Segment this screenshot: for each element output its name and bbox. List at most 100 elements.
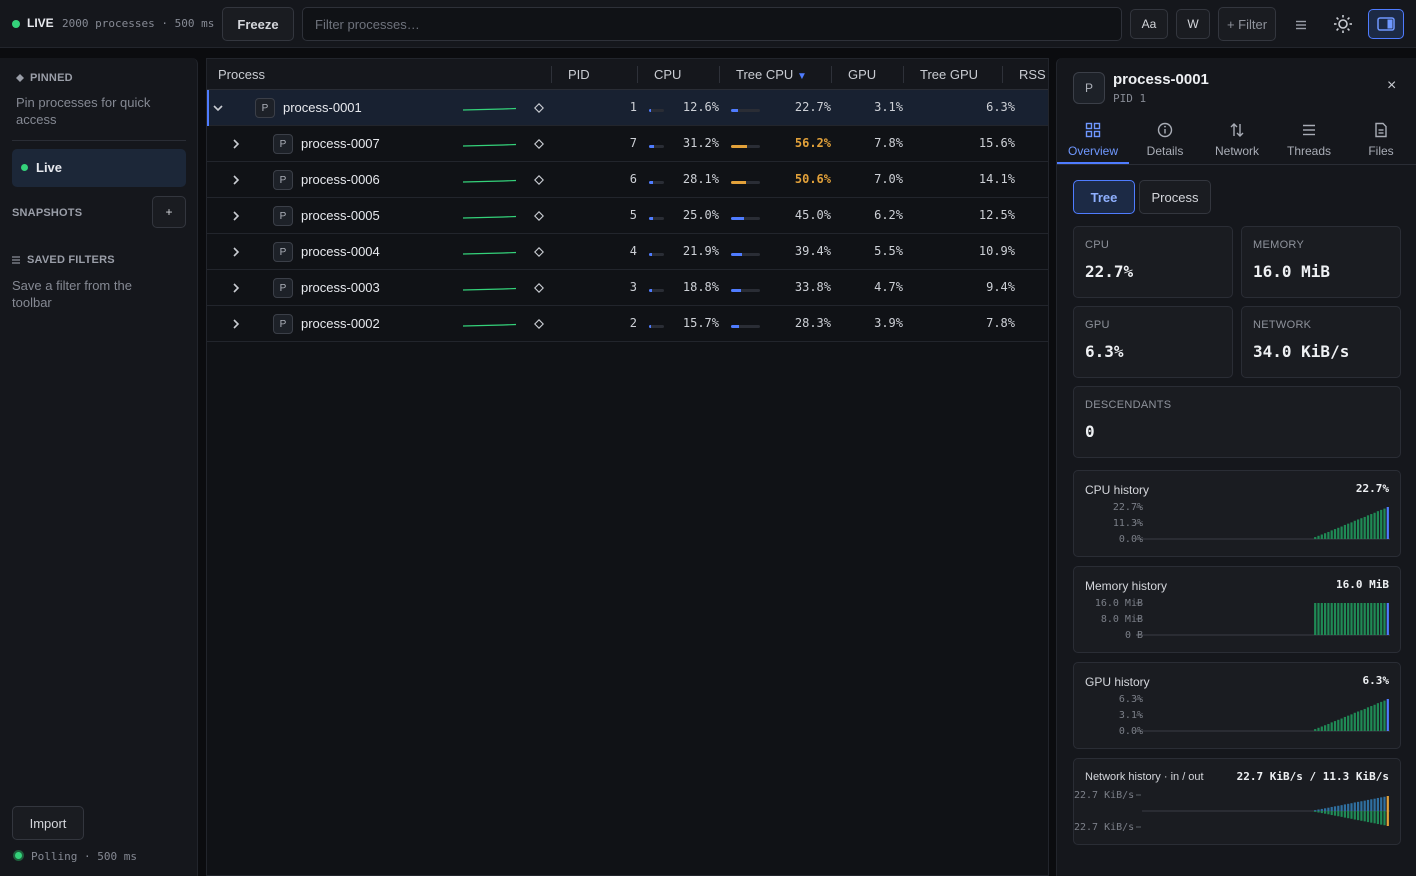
chart-value: 22.7% bbox=[1355, 482, 1389, 495]
history-bar-out bbox=[1343, 811, 1346, 818]
history-bar bbox=[1324, 725, 1327, 731]
history-bar-out bbox=[1357, 811, 1360, 821]
columns-menu-button[interactable] bbox=[1290, 16, 1312, 34]
process-badge: P bbox=[255, 98, 275, 118]
column-header-gpu[interactable]: GPU bbox=[848, 67, 876, 82]
chevron-down-icon[interactable] bbox=[211, 101, 225, 115]
column-resize-handle[interactable] bbox=[1002, 66, 1003, 83]
toggle-detail-panel-button[interactable] bbox=[1368, 9, 1404, 39]
pin-icon[interactable] bbox=[534, 247, 544, 257]
column-header-pid[interactable]: PID bbox=[568, 67, 590, 82]
tree-cpu-bar bbox=[731, 181, 760, 184]
history-bar-out bbox=[1363, 811, 1366, 822]
tab-overview[interactable]: Overview bbox=[1057, 120, 1129, 164]
info-icon bbox=[1157, 122, 1173, 138]
history-bar-in bbox=[1317, 809, 1320, 811]
process-badge: P bbox=[273, 170, 293, 190]
column-header-rss[interactable]: RSS bbox=[1019, 67, 1046, 82]
history-bar bbox=[1337, 603, 1340, 635]
column-header-tree-gpu[interactable]: Tree GPU bbox=[920, 67, 978, 82]
theme-toggle-button[interactable] bbox=[1331, 12, 1355, 36]
match-case-button[interactable]: Aa bbox=[1130, 9, 1168, 39]
history-bar bbox=[1330, 722, 1333, 731]
column-resize-handle[interactable] bbox=[903, 66, 904, 83]
add-snapshot-button[interactable]: + bbox=[152, 196, 186, 228]
column-resize-handle[interactable] bbox=[831, 66, 832, 83]
process-name: process-0002 bbox=[301, 316, 380, 331]
tree-gpu-cell: 14.1% bbox=[978, 172, 1015, 186]
cpu-bar bbox=[649, 253, 664, 256]
history-bar-in bbox=[1330, 806, 1333, 811]
mode-tree-button[interactable]: Tree bbox=[1073, 180, 1135, 214]
history-bar bbox=[1347, 603, 1350, 635]
mode-process-button[interactable]: Process bbox=[1139, 180, 1211, 214]
add-filter-button[interactable]: + Filter bbox=[1218, 7, 1276, 41]
tab-details[interactable]: Details bbox=[1129, 120, 1201, 164]
table-row[interactable]: Pprocess-0003 3 18.8% 33.8% 4.7% 9.4% bbox=[207, 270, 1048, 306]
pin-icon[interactable] bbox=[534, 319, 544, 329]
table-row[interactable]: Pprocess-0005 5 25.0% 45.0% 6.2% 12.5% bbox=[207, 198, 1048, 234]
history-bar bbox=[1383, 700, 1386, 731]
pid-cell: 1 bbox=[629, 100, 637, 114]
history-bar-out bbox=[1360, 811, 1363, 821]
history-bar-in bbox=[1337, 805, 1340, 811]
column-resize-handle[interactable] bbox=[551, 66, 552, 83]
card-label: MEMORY bbox=[1253, 239, 1305, 251]
table-row[interactable]: Pprocess-0004 4 21.9% 39.4% 5.5% 10.9% bbox=[207, 234, 1048, 270]
pin-icon[interactable] bbox=[534, 283, 544, 293]
history-bar bbox=[1324, 603, 1327, 635]
table-row[interactable]: Pprocess-0007 7 31.2% 56.2% 7.8% 15.6% bbox=[207, 126, 1048, 162]
chevron-right-icon[interactable] bbox=[229, 317, 243, 331]
process-name: process-0006 bbox=[301, 172, 380, 187]
chevron-right-icon[interactable] bbox=[229, 173, 243, 187]
tab-files[interactable]: Files bbox=[1345, 120, 1416, 164]
history-bar bbox=[1383, 603, 1386, 635]
pin-icon[interactable] bbox=[534, 139, 544, 149]
chart-value: 6.3% bbox=[1362, 674, 1390, 687]
gpu-history-chart: GPU history 6.3% 6.3% 3.1% 0.0% bbox=[1073, 662, 1401, 749]
chevron-right-icon[interactable] bbox=[229, 209, 243, 223]
history-bar bbox=[1320, 534, 1323, 539]
chart-title: GPU history bbox=[1085, 675, 1150, 689]
chevron-right-icon[interactable] bbox=[229, 245, 243, 259]
tab-network[interactable]: Network bbox=[1201, 120, 1273, 164]
filter-input[interactable] bbox=[302, 7, 1122, 41]
chevron-right-icon[interactable] bbox=[229, 281, 243, 295]
chevron-right-icon[interactable] bbox=[229, 137, 243, 151]
history-bar bbox=[1366, 707, 1370, 731]
card-value: 6.3% bbox=[1085, 342, 1124, 361]
cpu-sparkline bbox=[463, 251, 517, 255]
saved-filters-hint: Save a filter from the toolbar bbox=[12, 278, 132, 310]
history-bar-out bbox=[1347, 811, 1350, 819]
cpu-sparkline bbox=[463, 323, 517, 327]
sidebar-item-live[interactable]: Live bbox=[12, 149, 186, 187]
history-bar bbox=[1343, 524, 1346, 539]
history-bar-out bbox=[1314, 811, 1317, 812]
history-bar bbox=[1373, 603, 1376, 635]
column-header-process[interactable]: Process bbox=[218, 67, 265, 82]
history-bar bbox=[1337, 527, 1340, 539]
table-row[interactable]: Pprocess-0002 2 15.7% 28.3% 3.9% 7.8% bbox=[207, 306, 1048, 342]
tab-label: Overview bbox=[1067, 144, 1118, 158]
pinned-heading: PINNED bbox=[30, 72, 73, 84]
chart-title: Memory history bbox=[1085, 579, 1168, 593]
column-header-cpu[interactable]: CPU bbox=[654, 67, 681, 82]
tree-gpu-cell: 12.5% bbox=[978, 208, 1015, 222]
close-icon[interactable]: × bbox=[1387, 77, 1396, 95]
pin-icon[interactable] bbox=[534, 175, 544, 185]
table-row[interactable]: Pprocess-0006 6 28.1% 50.6% 7.0% 14.1% bbox=[207, 162, 1048, 198]
y-tick-label: 0.0% bbox=[1118, 534, 1143, 545]
process-table: Process PID CPU Tree CPU ▼ GPU Tree GPU … bbox=[206, 58, 1049, 876]
freeze-button[interactable]: Freeze bbox=[222, 7, 294, 41]
whole-word-button[interactable]: W bbox=[1176, 9, 1210, 39]
import-button[interactable]: Import bbox=[12, 806, 84, 840]
pin-icon[interactable] bbox=[534, 211, 544, 221]
pin-icon[interactable] bbox=[534, 103, 544, 113]
column-resize-handle[interactable] bbox=[637, 66, 638, 83]
table-row[interactable]: Pprocess-0001 1 12.6% 22.7% 3.1% 6.3% bbox=[207, 90, 1048, 126]
column-header-tree-cpu[interactable]: Tree CPU ▼ bbox=[736, 67, 807, 82]
process-badge: P bbox=[273, 314, 293, 334]
tab-threads[interactable]: Threads bbox=[1273, 120, 1345, 164]
history-bar-in bbox=[1340, 805, 1343, 811]
column-resize-handle[interactable] bbox=[719, 66, 720, 83]
